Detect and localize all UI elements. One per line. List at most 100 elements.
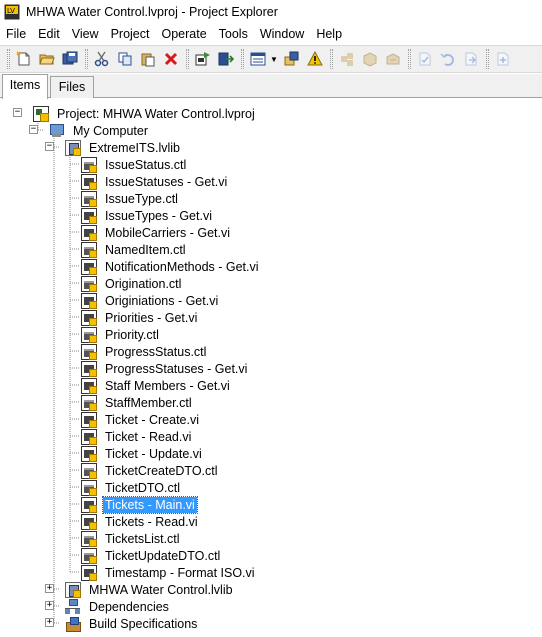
tree-item-label: TicketUpdateDTO.ctl — [105, 548, 221, 563]
vi-icon — [81, 377, 97, 394]
build-button[interactable] — [192, 48, 214, 70]
tree-item-label: ProgressStatus.ctl — [105, 344, 207, 359]
add-button[interactable] — [281, 48, 303, 70]
tree-item-label: Build Specifications — [89, 616, 198, 631]
title-bar: LV MHWA Water Control.lvproj - Project E… — [0, 0, 542, 24]
delete-icon — [164, 52, 178, 66]
library-icon — [65, 581, 81, 598]
vi-icon — [81, 564, 97, 581]
expand-icon[interactable]: + — [45, 601, 54, 610]
copy-button[interactable] — [114, 48, 136, 70]
toolbar-grip[interactable] — [7, 49, 10, 69]
tree-item-label: StaffMember.ctl — [105, 395, 192, 410]
menu-project[interactable]: Project — [105, 24, 156, 44]
tree-item-my-computer[interactable]: My Computer — [49, 122, 150, 139]
undo-checkout-icon — [440, 53, 454, 66]
tree-item-ctl[interactable]: ProgressStatus.ctl — [81, 343, 208, 360]
expand-icon[interactable]: + — [45, 618, 54, 627]
tree-item-label: Dependencies — [89, 599, 169, 614]
tab-files[interactable]: Files — [50, 76, 94, 98]
expand-icon[interactable]: + — [45, 584, 54, 593]
menu-window[interactable]: Window — [254, 24, 310, 44]
tree-item-ctl[interactable]: IssueType.ctl — [81, 190, 180, 207]
tree-item-vi[interactable]: Staff Members - Get.vi — [81, 377, 232, 394]
tab-items[interactable]: Items — [2, 74, 48, 99]
tree-item-vi[interactable]: Timestamp - Format ISO.vi — [81, 564, 257, 581]
new-button[interactable] — [13, 48, 35, 70]
vi-icon — [81, 258, 97, 275]
checkout-button[interactable] — [414, 48, 436, 70]
open-button[interactable] — [36, 48, 58, 70]
toolbar: ▼ — [0, 45, 542, 73]
undo-checkout-button[interactable] — [437, 48, 459, 70]
tree-item-ctl[interactable]: StaffMember.ctl — [81, 394, 194, 411]
deploy-button[interactable] — [215, 48, 237, 70]
tree-item-label: IssueStatus.ctl — [105, 157, 187, 172]
save-all-icon — [62, 51, 78, 65]
window-title: MHWA Water Control.lvproj - Project Expl… — [26, 5, 278, 19]
tree-item-extremeits-lib[interactable]: ExtremeITS.lvlib — [65, 139, 182, 156]
tree-item-project[interactable]: Project: MHWA Water Control.lvproj — [33, 105, 257, 122]
control-icon — [81, 479, 97, 496]
tree-item-vi[interactable]: Ticket - Read.vi — [81, 428, 193, 445]
tree-item-vi[interactable]: Ticket - Update.vi — [81, 445, 204, 462]
tree-item-vi[interactable]: NotificationMethods - Get.vi — [81, 258, 261, 275]
menu-tools[interactable]: Tools — [213, 24, 254, 44]
tree-item-vi[interactable]: Priorities - Get.vi — [81, 309, 199, 326]
tree-item-label: Ticket - Create.vi — [105, 412, 200, 427]
source-control-3-button[interactable] — [382, 48, 404, 70]
tree-item-deps[interactable]: Dependencies — [65, 598, 171, 615]
source-control-1-button[interactable] — [336, 48, 358, 70]
tree-item-vi[interactable]: IssueStatuses - Get.vi — [81, 173, 229, 190]
menu-view[interactable]: View — [66, 24, 105, 44]
tree-item-label: Tickets - Main.vi — [102, 495, 198, 514]
tree-item-ctl[interactable]: IssueStatus.ctl — [81, 156, 188, 173]
warning-button[interactable] — [304, 48, 326, 70]
add-to-sc-button[interactable] — [492, 48, 514, 70]
vi-icon — [81, 360, 97, 377]
menu-file[interactable]: File — [0, 24, 32, 44]
collapse-icon[interactable]: − — [45, 142, 54, 151]
tree-item-ctl[interactable]: TicketDTO.ctl — [81, 479, 182, 496]
menu-help[interactable]: Help — [310, 24, 348, 44]
collapse-icon[interactable]: − — [29, 125, 38, 134]
tree-item-ctl[interactable]: NamedItem.ctl — [81, 241, 188, 258]
tree-item-vi[interactable]: Tickets - Read.vi — [81, 513, 200, 530]
tree-item-ctl[interactable]: Priority.ctl — [81, 326, 161, 343]
tree-item-vi[interactable]: Originiations - Get.vi — [81, 292, 220, 309]
view-dropdown-icon[interactable]: ▼ — [270, 48, 278, 70]
tree-item-label: IssueType.ctl — [105, 191, 178, 206]
delete-button[interactable] — [160, 48, 182, 70]
tree-item-vi[interactable]: Tickets - Main.vi — [81, 495, 198, 514]
open-icon — [39, 54, 55, 65]
tree-item-ctl[interactable]: Origination.ctl — [81, 275, 183, 292]
tree-item-ctl[interactable]: TicketCreateDTO.ctl — [81, 462, 220, 479]
tree-item-vi[interactable]: MobileCarriers - Get.vi — [81, 224, 232, 241]
view-button[interactable] — [247, 48, 269, 70]
menu-operate[interactable]: Operate — [155, 24, 212, 44]
source-control-2-button[interactable] — [359, 48, 381, 70]
control-icon — [81, 190, 97, 207]
paste-button[interactable] — [137, 48, 159, 70]
cut-button[interactable] — [91, 48, 113, 70]
project-tree[interactable]: Project: MHWA Water Control.lvproj − My Co… — [0, 98, 542, 637]
toolbar-separator — [408, 49, 411, 69]
tree-item-vi[interactable]: IssueTypes - Get.vi — [81, 207, 214, 224]
tree-item-label: IssueTypes - Get.vi — [105, 208, 212, 223]
checkin-button[interactable] — [460, 48, 482, 70]
menu-edit[interactable]: Edit — [32, 24, 66, 44]
checkout-icon — [419, 52, 431, 66]
tree-item-label: My Computer — [73, 123, 149, 138]
tree-item-ctl[interactable]: TicketsList.ctl — [81, 530, 182, 547]
tree-item-lib[interactable]: MHWA Water Control.lvlib — [65, 581, 235, 598]
tree-item-vi[interactable]: ProgressStatuses - Get.vi — [81, 360, 249, 377]
view-icon — [250, 52, 266, 66]
tree-item-label: TicketsList.ctl — [105, 531, 180, 546]
collapse-icon[interactable]: − — [13, 108, 22, 117]
vi-icon — [81, 309, 97, 326]
tree-item-build[interactable]: Build Specifications — [65, 615, 199, 632]
save-all-button[interactable] — [59, 48, 81, 70]
toolbar-separator — [330, 49, 333, 69]
tree-item-vi[interactable]: Ticket - Create.vi — [81, 411, 201, 428]
tree-item-ctl[interactable]: TicketUpdateDTO.ctl — [81, 547, 222, 564]
